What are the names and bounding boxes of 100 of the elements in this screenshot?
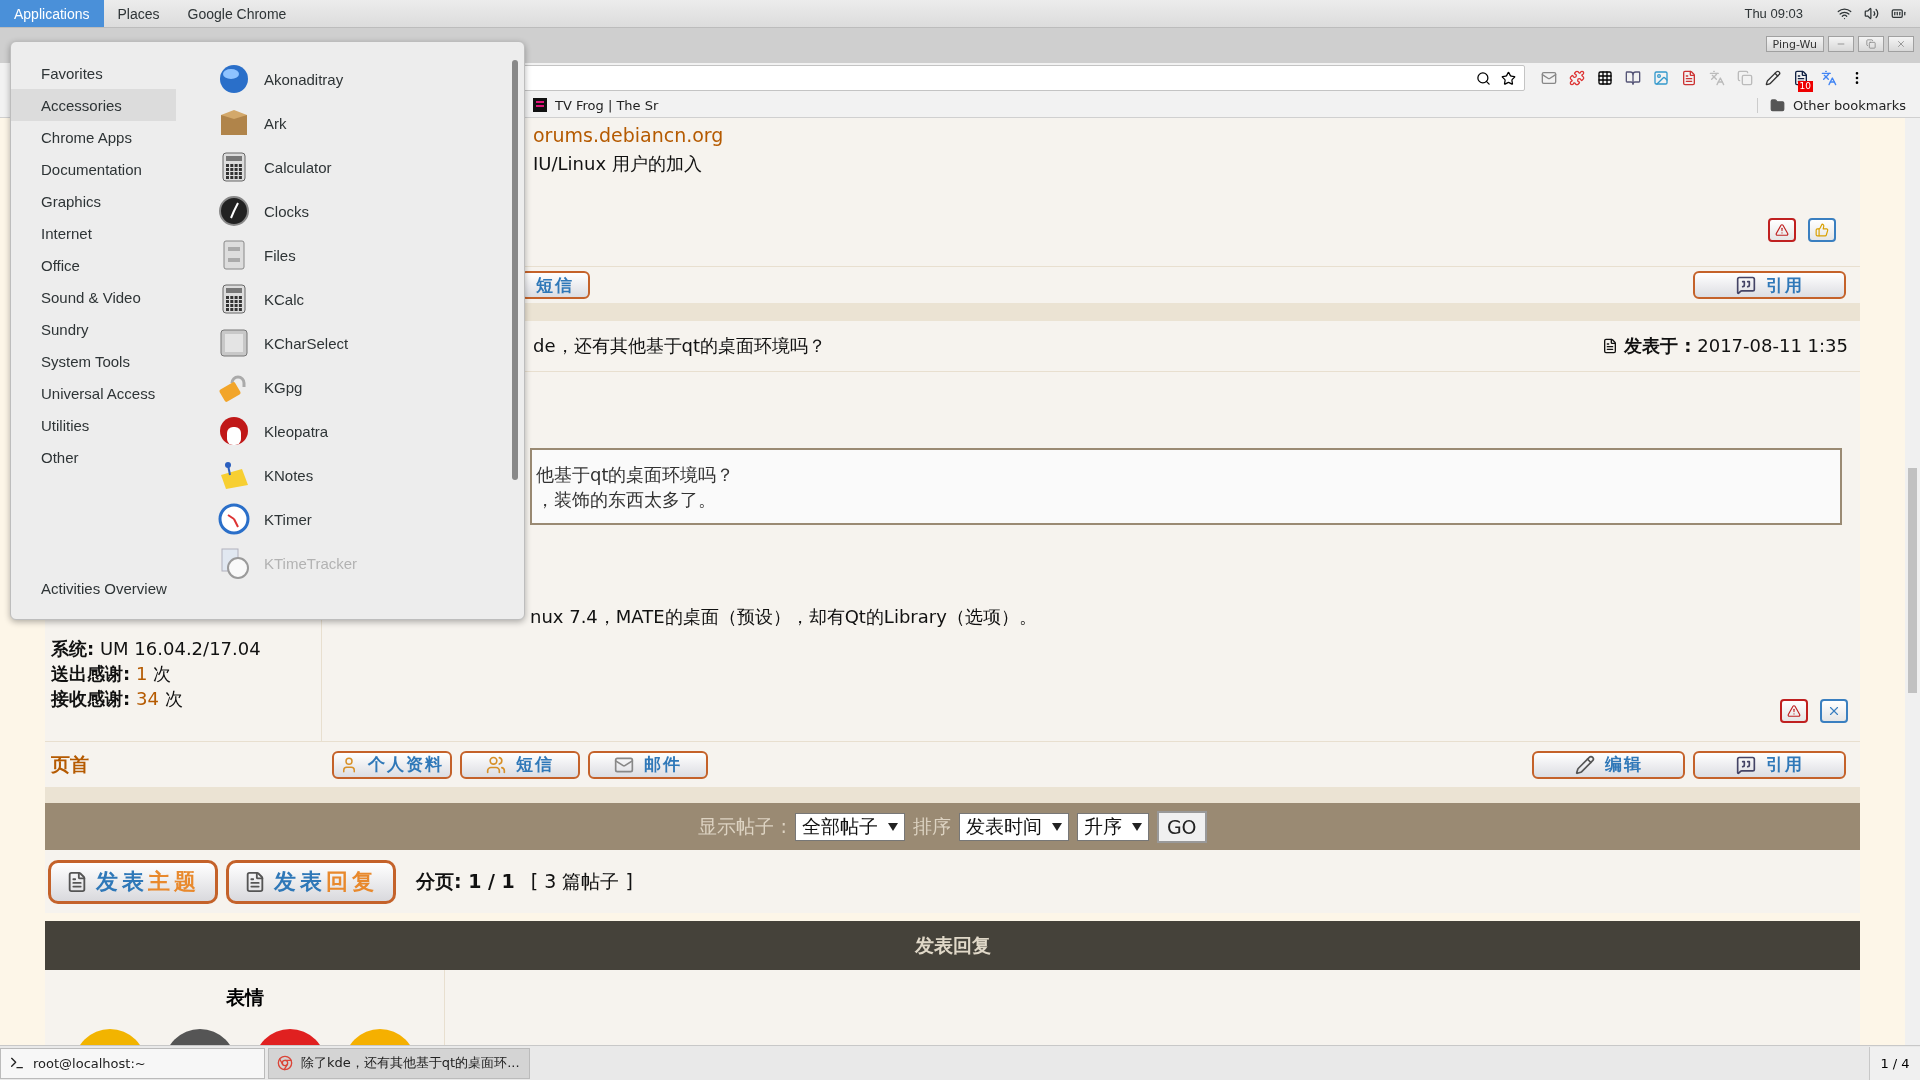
post-text: IU/Linux 用户的加入	[533, 152, 703, 176]
email-button[interactable]: 邮件	[588, 750, 708, 779]
app-item[interactable]: KCharSelect	[218, 321, 349, 365]
thumbs-up-icon[interactable]	[1808, 218, 1836, 242]
caret-icon	[887, 822, 898, 831]
display-label: 显示帖子 :	[698, 813, 787, 839]
sphere-icon	[218, 63, 250, 95]
document-icon	[66, 870, 88, 893]
sort-select[interactable]: 发表时间	[958, 812, 1069, 841]
folder-icon	[1770, 97, 1785, 113]
workspace-indicator[interactable]: 1 / 4	[1869, 1046, 1920, 1080]
app-item[interactable]: Akonaditray	[218, 57, 344, 101]
battery-icon[interactable]	[1891, 6, 1906, 21]
post-date: 发表于 : 2017-08-11 1:35	[1624, 334, 1848, 358]
stopwatch-icon	[218, 547, 250, 579]
pen-icon[interactable]	[1765, 70, 1781, 86]
profile-info: 系统: UM 16.04.2/17.04	[51, 637, 262, 661]
menu-category[interactable]: Internet	[11, 217, 176, 249]
profile-button[interactable]: Ping-Wu	[1765, 36, 1824, 52]
profile-button[interactable]: 个人资料	[332, 750, 452, 779]
app-item[interactable]: Calculator	[218, 145, 332, 189]
activities-overview[interactable]: Activities Overview	[11, 575, 176, 601]
order-select[interactable]: 升序	[1076, 812, 1149, 841]
bookmark-star-icon[interactable]	[1501, 70, 1516, 86]
speech-bubble-icon	[1735, 275, 1756, 295]
top-bar-menu[interactable]: Places	[103, 0, 174, 27]
caret-icon	[1051, 822, 1062, 831]
smilies-label: 表情	[225, 985, 264, 1010]
browser-icon	[277, 1055, 293, 1071]
figure-icon	[218, 415, 250, 447]
clock[interactable]: Thu 09:03	[1744, 6, 1803, 21]
menu-category[interactable]: Graphics	[11, 185, 176, 217]
app-item[interactable]: KCalc	[218, 277, 304, 321]
top-bar-menu[interactable]: Google Chrome	[173, 0, 301, 27]
post-button[interactable]: 发表主题	[48, 859, 218, 904]
book-icon[interactable]	[1625, 70, 1641, 86]
menu-category[interactable]: System Tools	[11, 345, 176, 377]
restore-icon	[1866, 39, 1876, 49]
other-bookmarks[interactable]: Other bookmarks	[1757, 97, 1906, 113]
wifi-icon[interactable]	[1837, 6, 1852, 21]
reply-header: 发表回复	[45, 921, 1860, 970]
restore-button[interactable]	[1858, 36, 1884, 52]
go-button[interactable]: GO	[1156, 810, 1207, 843]
menu-category[interactable]: Chrome Apps	[11, 121, 176, 153]
app-item[interactable]: Kleopatra	[218, 409, 329, 453]
translate-icon[interactable]	[1821, 70, 1837, 86]
app-item[interactable]: KNotes	[218, 453, 314, 497]
image-icon[interactable]	[1653, 70, 1669, 86]
grid-icon[interactable]	[1597, 70, 1613, 86]
post-button[interactable]: 发表 回复	[226, 859, 396, 904]
users-icon	[486, 754, 506, 775]
menu-category[interactable]: Other	[11, 441, 176, 473]
clock-icon	[218, 195, 250, 227]
delete-icon[interactable]	[1820, 699, 1848, 723]
menu-category[interactable]: Utilities	[11, 409, 176, 441]
menu-category[interactable]: Favorites	[11, 57, 176, 89]
edit-button[interactable]: 编辑	[1532, 750, 1685, 779]
taskbar-window[interactable]: root@localhost:~	[0, 1047, 265, 1079]
document-icon	[244, 870, 266, 893]
scrollbar-thumb[interactable]	[1908, 468, 1917, 693]
report-icon[interactable]	[1780, 699, 1808, 723]
scrollbar-thumb[interactable]	[512, 60, 518, 480]
app-item[interactable]: KTimer	[218, 497, 312, 541]
profile-info: 送出感谢: 1 次	[51, 662, 173, 686]
menu-category[interactable]: Sundry	[11, 313, 176, 345]
document-icon	[1602, 338, 1619, 354]
report-icon[interactable]	[1768, 218, 1796, 242]
app-item[interactable]: Clocks	[218, 189, 309, 233]
minimize-button[interactable]	[1828, 36, 1854, 52]
menu-category[interactable]: Office	[11, 249, 176, 281]
menu-category[interactable]: Documentation	[11, 153, 176, 185]
pencil-icon	[1574, 754, 1595, 775]
quote-button[interactable]: 引用	[1693, 271, 1846, 299]
close-button[interactable]	[1888, 36, 1914, 52]
zoom-icon[interactable]	[1476, 70, 1491, 86]
mail-icon[interactable]	[1541, 70, 1557, 86]
post-count: [ 3 篇帖子 ]	[530, 868, 633, 894]
clock-icon	[218, 503, 250, 535]
volume-icon[interactable]	[1864, 6, 1879, 21]
app-item[interactable]: Ark	[218, 101, 287, 145]
caret-icon	[1131, 822, 1142, 831]
app-item[interactable]: Files	[218, 233, 296, 277]
document-icon[interactable]	[1681, 70, 1697, 86]
taskbar-window[interactable]: 除了kde，还有其他基于qt的桌面环...	[268, 1047, 530, 1079]
speech-bubble-icon	[1735, 754, 1756, 775]
menu-category[interactable]: Sound & Video	[11, 281, 176, 313]
favicon-icon	[533, 98, 547, 112]
bookmark[interactable]: TV Frog | The Sr	[533, 97, 659, 113]
key-cap-icon	[218, 327, 250, 359]
menu-category[interactable]: Universal Access	[11, 377, 176, 409]
link[interactable]: orums.debiancn.org	[533, 120, 1836, 150]
app-item[interactable]: KGpg	[218, 365, 303, 409]
sticky-note-icon	[218, 459, 250, 491]
top-link[interactable]: 页首	[45, 751, 322, 778]
terminal-icon	[9, 1055, 25, 1071]
notification-badge: 10	[1797, 81, 1813, 92]
quote-button[interactable]: 引用	[1693, 750, 1846, 779]
filter-select[interactable]: 全部帖子	[794, 812, 905, 841]
menu-category[interactable]: Accessories	[11, 89, 176, 121]
pm-button[interactable]: 短信	[460, 750, 580, 779]
